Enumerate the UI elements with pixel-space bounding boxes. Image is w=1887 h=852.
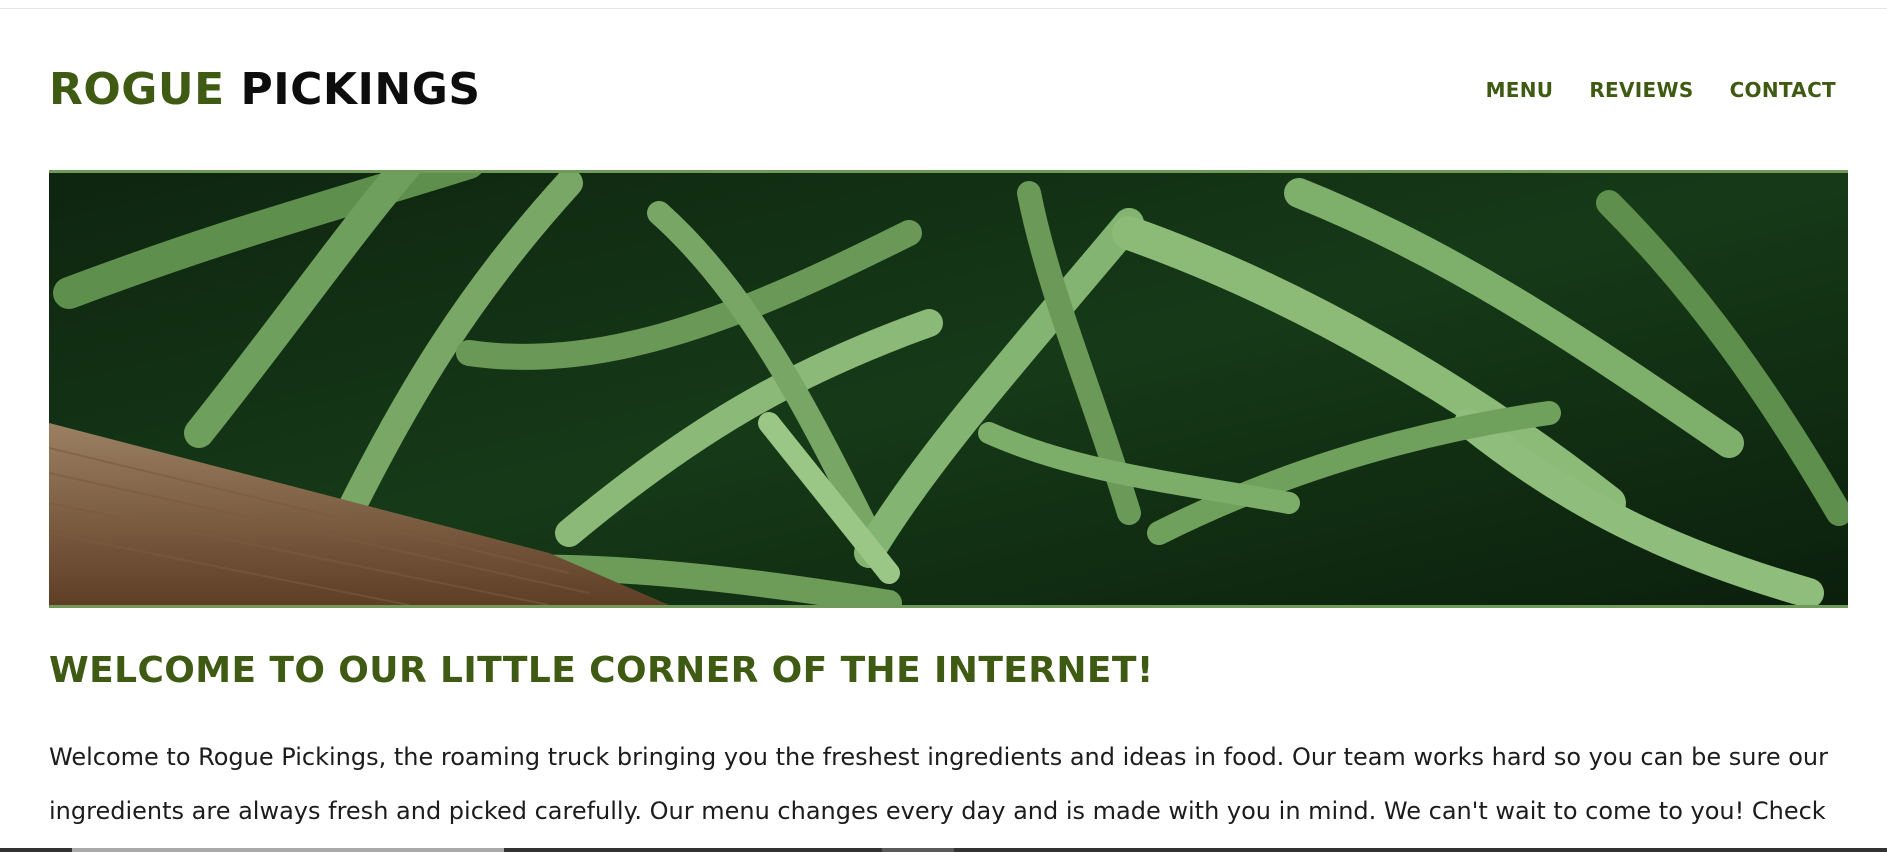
scrollbar-thumb[interactable] xyxy=(72,848,504,852)
brand-rogue: ROGUE xyxy=(49,64,225,115)
nav-contact-link[interactable]: CONTACT xyxy=(1730,78,1836,102)
nav-menu-link[interactable]: MENU xyxy=(1486,78,1554,102)
brand-pickings: PICKINGS xyxy=(240,64,481,115)
scrollbar-marker xyxy=(882,848,954,852)
browser-top-rule xyxy=(0,0,1887,9)
site-header: ROGUE PICKINGS MENU REVIEWS CONTACT xyxy=(49,60,1838,120)
hero-image-green-beans xyxy=(49,170,1848,608)
page-title: WELCOME TO OUR LITTLE CORNER OF THE INTE… xyxy=(49,650,1154,691)
hero-illustration xyxy=(49,173,1848,605)
site-logo[interactable]: ROGUE PICKINGS xyxy=(49,68,481,112)
intro-paragraph: Welcome to Rogue Pickings, the roaming t… xyxy=(49,743,1828,825)
main-nav: MENU REVIEWS CONTACT xyxy=(1486,78,1836,102)
nav-reviews-link[interactable]: REVIEWS xyxy=(1589,78,1693,102)
